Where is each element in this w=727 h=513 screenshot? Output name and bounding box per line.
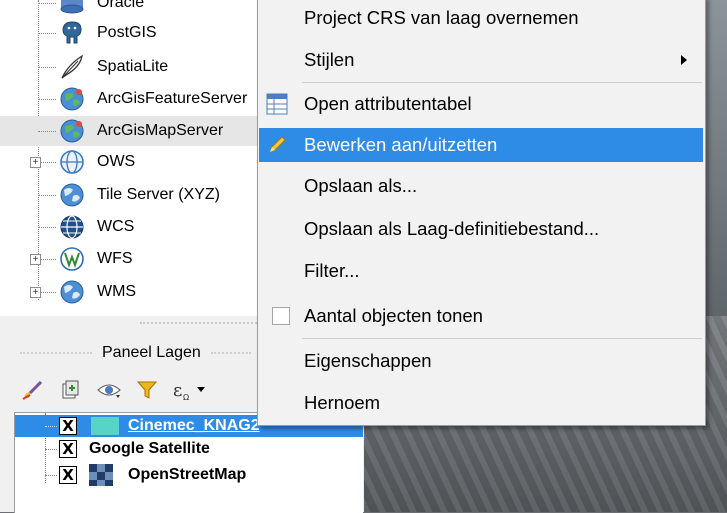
layers-toolbar: εΩ	[18, 372, 208, 408]
tree-item-label: WMS	[97, 283, 137, 300]
submenu-arrow-icon	[681, 55, 687, 65]
tree-item-wfs[interactable]: + WFS	[0, 244, 262, 274]
tree-item-wcs[interactable]: WCS	[0, 212, 262, 242]
menu-item-save-as-layer-definition[interactable]: Opslaan als Laag-definitiebestand...	[259, 212, 703, 246]
panel-splitter[interactable]	[140, 322, 260, 324]
tree-item-label: ArcGisMapServer	[97, 122, 224, 139]
tree-item-arcgis-map-server[interactable]: ArcGisMapServer	[0, 116, 262, 146]
menu-item-filter[interactable]: Filter...	[259, 254, 703, 288]
tree-item-arcgis-feature-server[interactable]: ArcGisFeatureServer	[0, 84, 262, 114]
expand-icon[interactable]: +	[30, 254, 41, 265]
tree-item-wms[interactable]: + WMS	[0, 277, 262, 307]
tree-item-postgis[interactable]: PostGIS	[0, 18, 262, 48]
style-brush-icon[interactable]	[18, 375, 48, 405]
layer-row-google-satellite[interactable]: X Google Satellite	[15, 438, 363, 460]
browser-panel: Oracle PostGIS SpatiaLite ArcGisFeatureS…	[0, 0, 263, 316]
arcgis-map-server-icon	[58, 117, 86, 145]
panel-title: Paneel Lagen	[102, 344, 201, 361]
menu-separator	[302, 338, 702, 339]
attribute-table-icon	[265, 92, 289, 116]
layer-row-openstreetmap[interactable]: X OpenStreetMap	[15, 464, 363, 486]
raster-layer-icon	[89, 464, 121, 486]
svg-text:Ω: Ω	[183, 393, 189, 402]
menu-item-properties[interactable]: Eigenschappen	[259, 344, 703, 378]
expression-filter-icon[interactable]: εΩ	[170, 375, 208, 405]
expand-icon[interactable]: +	[30, 157, 41, 168]
tree-item-spatialite[interactable]: SpatiaLite	[0, 52, 262, 82]
menu-item-open-attribute-table[interactable]: Open attributentabel	[259, 87, 703, 121]
tree-item-label: PostGIS	[97, 24, 157, 41]
menu-item-show-feature-count[interactable]: Aantal objecten tonen	[259, 299, 703, 333]
tree-item-label: WCS	[97, 218, 135, 235]
edit-pencil-icon	[265, 133, 289, 157]
menu-item-styles[interactable]: Stijlen	[259, 43, 703, 77]
wfs-globe-icon	[58, 245, 86, 273]
map-canvas-top	[705, 0, 727, 316]
layer-symbol-swatch	[91, 417, 119, 435]
layers-tree: X Cinemec_KNAG2 X Google Satellite X Ope…	[14, 412, 363, 513]
layer-visibility-checkbox[interactable]: X	[59, 440, 77, 458]
wms-globe-icon	[58, 278, 86, 306]
tree-item-label: OWS	[97, 153, 136, 170]
eye-visibility-icon[interactable]	[94, 375, 124, 405]
xyz-tile-globe-icon	[58, 181, 86, 209]
expand-icon[interactable]: +	[30, 287, 41, 298]
tree-item-label: Tile Server (XYZ)	[97, 186, 220, 203]
spatialite-feather-icon	[58, 53, 86, 81]
add-group-icon[interactable]	[56, 375, 86, 405]
filter-funnel-icon[interactable]	[132, 375, 162, 405]
tree-item-tile-server-xyz[interactable]: Tile Server (XYZ)	[0, 180, 262, 210]
ows-globe-icon	[58, 148, 86, 176]
layer-visibility-checkbox[interactable]: X	[59, 417, 77, 435]
menu-item-toggle-editing[interactable]: Bewerken aan/uitzetten	[259, 128, 703, 162]
menu-item-save-as[interactable]: Opslaan als...	[259, 169, 703, 203]
tree-item-label: Oracle	[97, 0, 145, 11]
menu-item-rename[interactable]: Hernoem	[259, 386, 703, 420]
menu-item-set-project-crs-from-layer[interactable]: Project CRS van laag overnemen	[259, 1, 703, 35]
layer-label: Cinemec_KNAG2	[128, 417, 260, 434]
tree-item-label: WFS	[97, 250, 133, 267]
feature-count-checkbox[interactable]	[272, 307, 290, 325]
layer-label: OpenStreetMap	[128, 466, 247, 483]
tree-item-ows[interactable]: + OWS	[0, 147, 262, 177]
postgis-elephant-icon	[58, 19, 86, 47]
tree-item-label: ArcGisFeatureServer	[97, 90, 248, 107]
layer-label: Google Satellite	[89, 440, 210, 457]
arcgis-feature-server-icon	[58, 85, 86, 113]
tree-item-oracle[interactable]: Oracle	[0, 0, 262, 18]
layer-visibility-checkbox[interactable]: X	[59, 466, 77, 484]
svg-text:ε: ε	[173, 380, 182, 401]
tree-item-label: SpatiaLite	[97, 58, 169, 75]
menu-separator	[302, 82, 702, 83]
layer-context-menu: Project CRS van laag overnemen Stijlen O…	[257, 0, 706, 426]
wcs-globe-icon	[58, 213, 86, 241]
oracle-db-icon	[58, 0, 86, 17]
